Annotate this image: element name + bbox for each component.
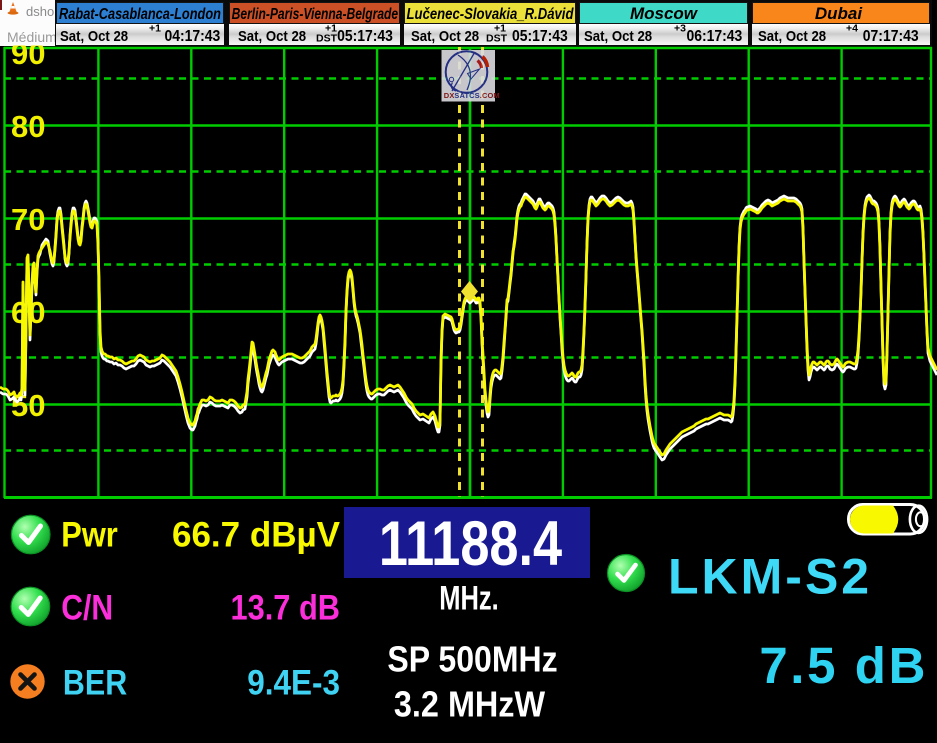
- svg-text:13.7 dB: 13.7 dB: [230, 588, 340, 627]
- svg-text:90: 90: [11, 36, 45, 71]
- svg-text:7.5 dB: 7.5 dB: [759, 637, 928, 694]
- svg-text:11188.4: 11188.4: [379, 510, 562, 580]
- svg-text:66.7 dBµV: 66.7 dBµV: [172, 516, 341, 555]
- svg-text:3.2 MHzW: 3.2 MHzW: [394, 685, 546, 725]
- svg-text:C/N: C/N: [61, 587, 113, 627]
- svg-text:SP 500MHz: SP 500MHz: [387, 640, 557, 680]
- svg-text:LKM-S2: LKM-S2: [668, 549, 872, 605]
- svg-text:BER: BER: [63, 662, 128, 701]
- svg-text:MHz.: MHz.: [439, 580, 498, 617]
- svg-text:50: 50: [11, 388, 45, 423]
- svg-text:DXSATCS.COM: DXSATCS.COM: [444, 91, 500, 100]
- svg-text:80: 80: [11, 109, 45, 144]
- svg-text:9.4E-3: 9.4E-3: [247, 664, 340, 703]
- svg-text:70: 70: [11, 202, 45, 237]
- svg-text:Pwr: Pwr: [61, 515, 118, 554]
